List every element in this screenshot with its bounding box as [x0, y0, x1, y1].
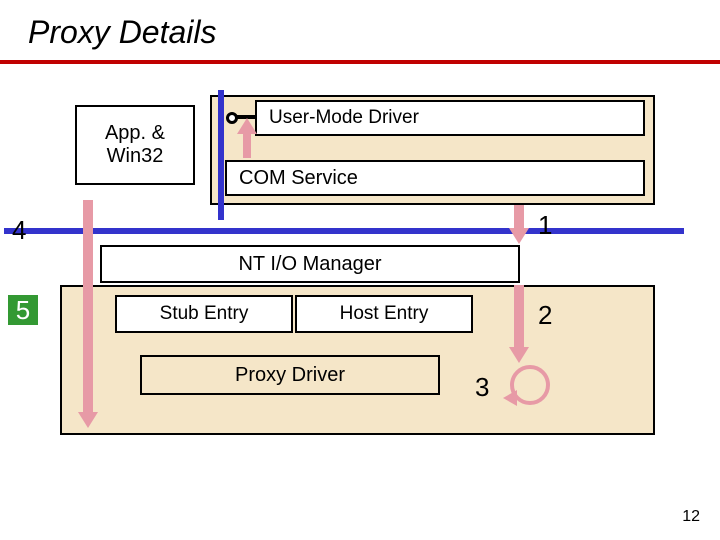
flow3-loop-arrowhead-icon: [503, 390, 517, 406]
vertical-divider-icon: [218, 90, 224, 220]
flow1-arrowhead-icon: [509, 228, 529, 244]
label-4: 4: [12, 215, 26, 246]
host-entry-box: Host Entry: [295, 295, 473, 333]
diagram: App. & Win32 User-Mode Driver COM Servic…: [60, 90, 660, 440]
flow1-arrow-icon: [514, 205, 524, 230]
flow4-arrow-icon: [83, 200, 93, 415]
page-number: 12: [682, 508, 700, 526]
nt-io-manager-box: NT I/O Manager: [100, 245, 520, 283]
flow4-arrowhead-icon: [78, 412, 98, 428]
com-service-box: COM Service: [225, 160, 645, 196]
label-2: 2: [538, 300, 552, 331]
title-underline: [0, 60, 720, 64]
stub-entry-box: Stub Entry: [115, 295, 293, 333]
upcall-arrowhead-icon: [237, 118, 257, 134]
page-title: Proxy Details: [28, 14, 217, 51]
proxy-driver-box: Proxy Driver: [140, 355, 440, 395]
label-1: 1: [538, 210, 552, 241]
flow2-arrow-icon: [514, 285, 524, 350]
user-kernel-divider-icon: [4, 228, 684, 234]
label-5: 5: [8, 295, 38, 325]
flow2-arrowhead-icon: [509, 347, 529, 363]
label-5-text: 5: [16, 295, 30, 326]
app-win32-box: App. & Win32: [75, 105, 195, 185]
user-mode-driver-box: User-Mode Driver: [255, 100, 645, 136]
upcall-arrow-icon: [243, 132, 251, 158]
label-3: 3: [475, 372, 489, 403]
slide: Proxy Details App. & Win32 User-Mode Dri…: [0, 0, 720, 540]
